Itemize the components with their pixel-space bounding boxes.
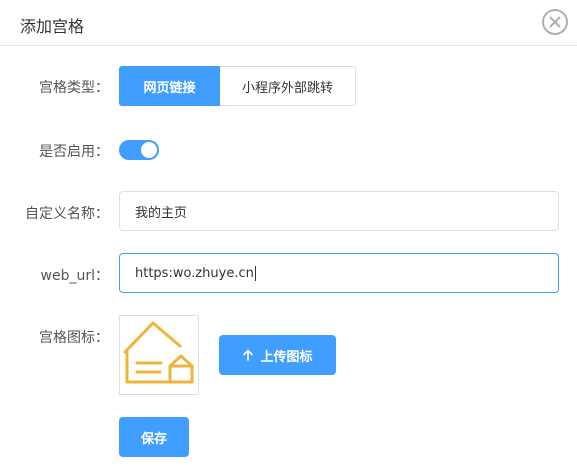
close-icon[interactable] <box>541 8 569 36</box>
toggle-knob <box>141 142 157 158</box>
house-outline-icon <box>123 321 194 384</box>
type-option-miniprogram[interactable]: 小程序外部跳转 <box>220 66 356 106</box>
name-input[interactable]: 我的主页 <box>119 191 559 231</box>
url-label: web_url： <box>40 268 109 284</box>
save-button-label: 保存 <box>140 431 167 447</box>
dialog-header: 添加宫格 <box>0 0 577 46</box>
upload-button-label: 上传图标 <box>260 349 313 365</box>
enabled-toggle[interactable] <box>119 140 159 160</box>
save-button[interactable]: 保存 <box>119 417 189 457</box>
text-caret <box>254 265 256 281</box>
enabled-label: 是否启用： <box>39 144 109 160</box>
upload-icon-button[interactable]: 上传图标 <box>219 335 336 375</box>
upload-icon <box>243 349 254 361</box>
type-label: 宫格类型： <box>39 80 109 96</box>
icon-preview[interactable] <box>119 315 199 395</box>
name-input-value: 我的主页 <box>135 205 188 221</box>
dialog-title: 添加宫格 <box>20 17 85 36</box>
url-input-value: https:wo.zhuye.cn <box>135 265 254 281</box>
type-option-webpage[interactable]: 网页链接 <box>119 66 220 106</box>
name-label: 自定义名称： <box>25 206 109 222</box>
type-segmented-control: 网页链接 小程序外部跳转 <box>119 66 356 106</box>
url-input[interactable]: https:wo.zhuye.cn <box>119 253 559 293</box>
icon-label: 宫格图标： <box>39 330 109 346</box>
